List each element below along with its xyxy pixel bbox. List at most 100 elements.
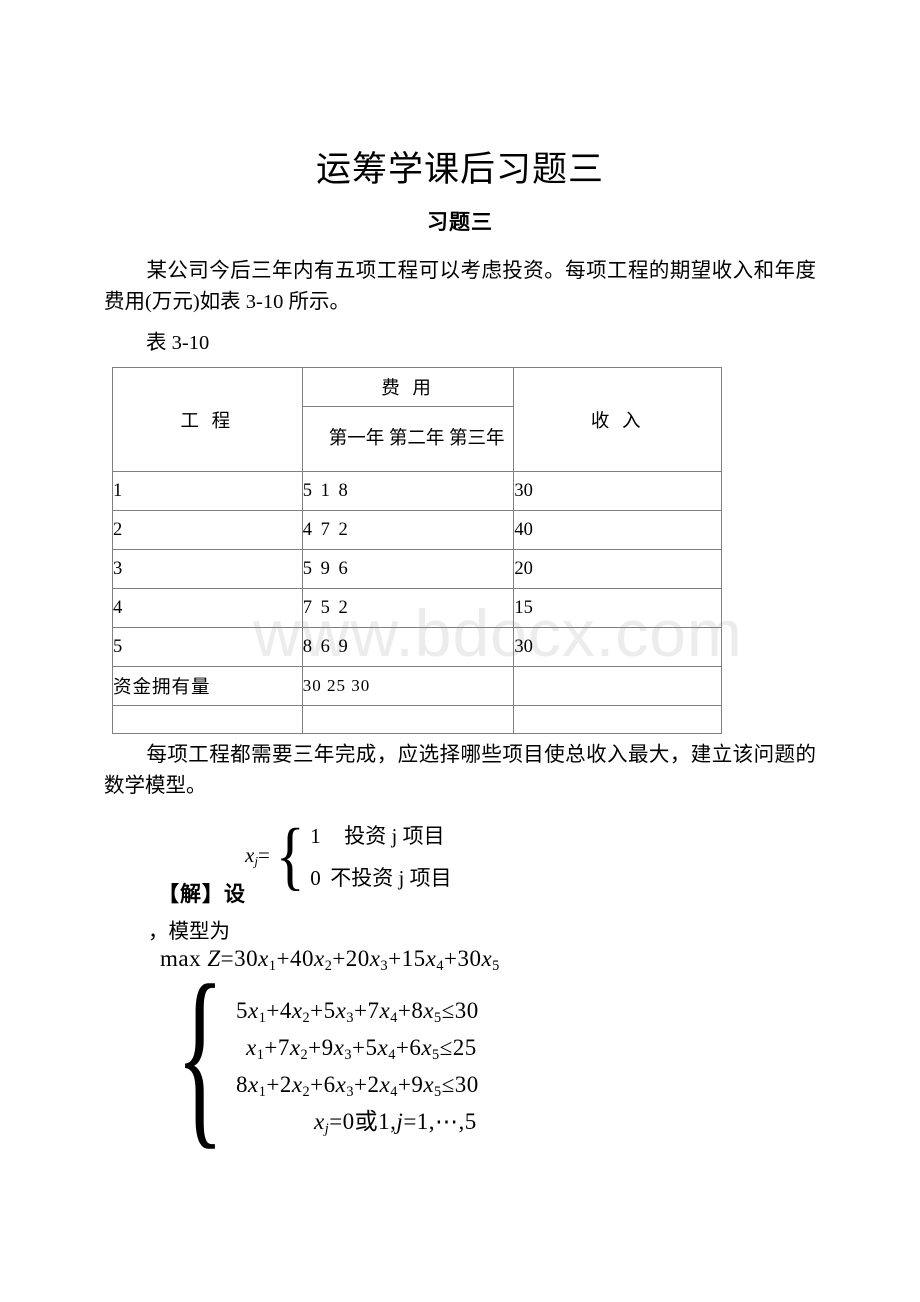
intro-paragraph: 某公司今后三年内有五项工程可以考虑投资。每项工程的期望收入和年度费用(万元)如表… [104, 256, 816, 318]
table-header-row-top: 工 程 费 用 收 入 [112, 367, 722, 472]
document-page: www.bdocx.com 运筹学课后习题三 习题三 某公司今后三年内有五项工程… [0, 0, 920, 1302]
case-row-zero: 0 不投资 j 项目 [310, 862, 451, 892]
c-coef: 9 [411, 1072, 424, 1097]
page-title: 运筹学课后习题三 [315, 150, 604, 189]
cost-income-table: 工 程 费 用 收 入 第一年 第二年 第三年 1 5 1 8 30 2 4 7… [112, 367, 722, 734]
objective-var: x [425, 946, 437, 971]
variable-definition: xj= { 1 投资 j 项目 0 不投资 j 项目 [245, 818, 452, 894]
cell-income: 40 [513, 510, 722, 550]
c-coef: 2 [367, 1072, 380, 1097]
objective-sub: 5 [492, 957, 500, 974]
constraint-row-3: 8x1+2x2+6x3+2x4+9x5≤30 [236, 1072, 479, 1100]
cell-total-label: 资金拥有量 [112, 666, 303, 706]
c-relation: ≤ [441, 998, 455, 1023]
case-brace-icon: { [275, 814, 305, 898]
cell-cost: 4 7 2 [301, 510, 515, 550]
objective-coef: 15 [401, 946, 426, 971]
int-or: 或 [354, 1109, 379, 1134]
c-coef: 9 [321, 1035, 334, 1060]
table-row: 4 7 5 2 15 [112, 588, 722, 628]
case-text-zero: 不投资 j 项目 [330, 866, 452, 890]
cell-project: 3 [112, 549, 303, 589]
header-years-text: 第一年 第二年 第三年 [328, 428, 505, 449]
cell-empty-project [112, 705, 303, 734]
constraint-row-integrality: xj=0或1,j=1,⋯,5 [314, 1109, 477, 1137]
case-value-zero: 0 [310, 866, 321, 890]
objective-coef: 40 [289, 946, 314, 971]
int-zero: 0 [342, 1109, 355, 1134]
cell-cost: 5 9 6 [301, 549, 515, 589]
table-caption: 表 3-10 [146, 332, 210, 354]
cell-cost: 8 6 9 [301, 627, 515, 667]
xj-symbol: x [245, 842, 255, 867]
constraint-lines: 5x1+4x2+5x3+7x4+8x5≤30 x1+7x2+9x3+5x4+6x… [232, 992, 479, 1140]
c-rhs: 30 [454, 1072, 479, 1097]
c-coef: 6 [409, 1035, 422, 1060]
c-coef: 2 [279, 1072, 292, 1097]
objective-coef: 20 [345, 946, 370, 971]
intro-paragraph-text: 某公司今后三年内有五项工程可以考虑投资。每项工程的期望收入和年度费用(万元)如表… [104, 260, 816, 313]
solution-label: 【解】设 [158, 882, 246, 906]
int-five: 5 [464, 1109, 477, 1134]
header-cell-years: 第一年 第二年 第三年 [301, 406, 515, 472]
model-label: ，模型为 [148, 921, 230, 943]
cell-cost: 5 1 8 [301, 471, 515, 511]
int-eq2: = [403, 1109, 417, 1134]
case-text-one: 投资 j 项目 [344, 824, 445, 848]
page-subtitle: 习题三 [427, 210, 493, 234]
c-relation: ≤ [439, 1035, 453, 1060]
table-row: 1 5 1 8 30 [112, 471, 722, 511]
c-coef: 4 [279, 998, 292, 1023]
cell-project: 5 [112, 627, 303, 667]
objective-sub: 1 [268, 957, 277, 974]
header-cell-income: 收 入 [513, 367, 722, 472]
objective-sub: 4 [436, 957, 444, 974]
int-dots: ⋯ [435, 1109, 459, 1134]
int-one2: 1 [416, 1109, 429, 1134]
question-paragraph: 每项工程都需要三年完成，应选择哪些项目使总收入最大，建立该问题的数学模型。 [104, 740, 816, 802]
c-coef: 5 [365, 1035, 378, 1060]
xj-lhs: xj= [245, 843, 272, 870]
cell-total-cost: 30 25 30 [301, 666, 515, 706]
cell-empty-cost [301, 705, 515, 734]
int-var: x [314, 1109, 325, 1134]
c-coef: 7 [367, 998, 380, 1023]
cell-project: 1 [112, 471, 303, 511]
c-coef: 7 [277, 1035, 290, 1060]
objective-var: x [481, 946, 493, 971]
cell-project: 4 [112, 588, 303, 628]
objective-var: x [313, 946, 325, 971]
c-coef: 8 [411, 998, 424, 1023]
c-rhs: 30 [454, 998, 479, 1023]
case-value-one: 1 [310, 824, 321, 848]
objective-sub: 2 [324, 957, 333, 974]
cell-income: 20 [513, 549, 722, 589]
table-row: 5 8 6 9 30 [112, 627, 722, 667]
cell-total-income [513, 666, 722, 706]
c-coef: 5 [236, 998, 248, 1023]
table-empty-row [112, 705, 722, 734]
c-relation: ≤ [441, 1072, 455, 1097]
c-rhs: 25 [452, 1035, 477, 1060]
c-coef: 5 [323, 998, 336, 1023]
c-coef: 8 [236, 1072, 248, 1097]
system-brace-icon: { [176, 945, 224, 1166]
table-row: 3 5 9 6 20 [112, 549, 722, 589]
constraint-row-2: x1+7x2+9x3+5x4+6x5≤25 [246, 1035, 477, 1063]
objective-var: x [258, 946, 269, 971]
header-cell-project: 工 程 [112, 367, 303, 472]
cell-income: 30 [513, 627, 722, 667]
cell-empty-income [513, 705, 722, 734]
cell-income: 15 [513, 588, 722, 628]
constraint-row-1: 5x1+4x2+5x3+7x4+8x5≤30 [236, 998, 479, 1026]
table-row: 2 4 7 2 40 [112, 510, 722, 550]
constraint-system: { 5x1+4x2+5x3+7x4+8x5≤30 x1+7x2+9x3+5x4+… [152, 956, 479, 1156]
objective-var: x [369, 946, 381, 971]
cell-cost: 7 5 2 [301, 588, 515, 628]
cell-income: 30 [513, 471, 722, 511]
xj-equals: = [257, 842, 270, 867]
objective-coef: 30 [234, 946, 259, 971]
question-paragraph-text: 每项工程都需要三年完成，应选择哪些项目使总收入最大，建立该问题的数学模型。 [104, 744, 816, 797]
case-row-one: 1 投资 j 项目 [310, 820, 451, 850]
objective-coef: 30 [457, 946, 482, 971]
